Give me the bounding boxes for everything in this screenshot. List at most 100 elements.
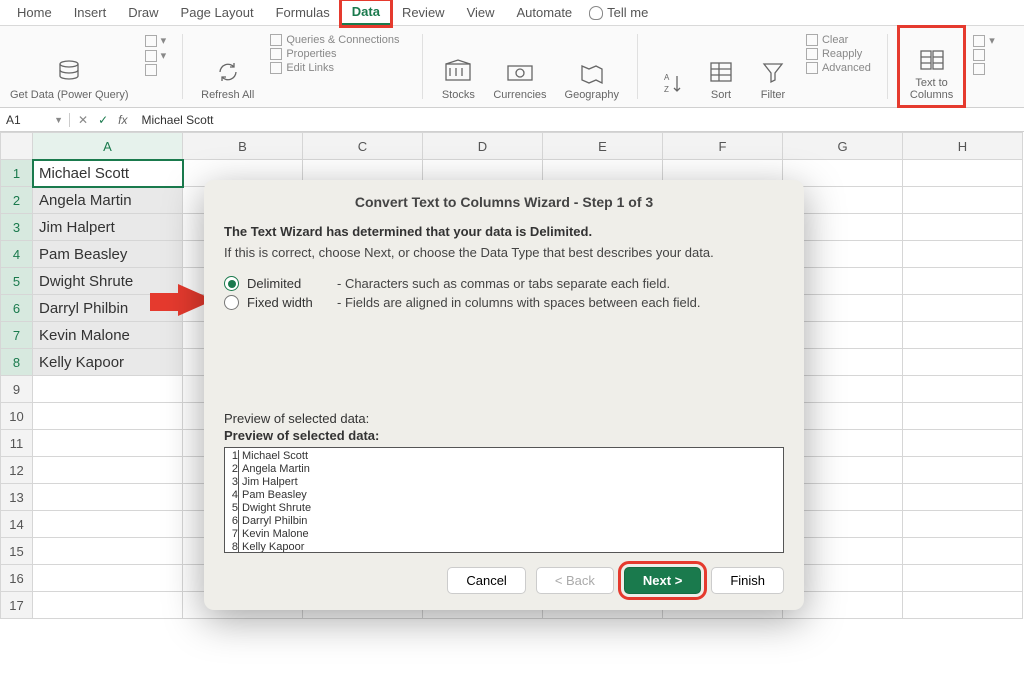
row-header[interactable]: 10 bbox=[1, 403, 33, 430]
cell[interactable] bbox=[903, 349, 1023, 376]
sort-button[interactable]: Sort bbox=[700, 30, 742, 103]
row-header[interactable]: 2 bbox=[1, 187, 33, 214]
column-header[interactable]: H bbox=[903, 133, 1023, 160]
cell[interactable] bbox=[903, 241, 1023, 268]
column-header[interactable]: G bbox=[783, 133, 903, 160]
tell-me[interactable]: Tell me bbox=[589, 5, 648, 20]
row-header[interactable]: 13 bbox=[1, 484, 33, 511]
cell[interactable] bbox=[903, 430, 1023, 457]
cell[interactable] bbox=[903, 511, 1023, 538]
cell[interactable] bbox=[903, 457, 1023, 484]
cell[interactable] bbox=[33, 592, 183, 619]
cell[interactable]: Kelly Kapoor bbox=[33, 349, 183, 376]
cell[interactable] bbox=[903, 322, 1023, 349]
cell[interactable] bbox=[903, 403, 1023, 430]
cell[interactable] bbox=[33, 403, 183, 430]
get-data-button[interactable]: Get Data (Power Query) bbox=[6, 30, 133, 103]
filter-button[interactable]: Filter bbox=[752, 30, 794, 103]
cell[interactable] bbox=[33, 484, 183, 511]
sort-az-button[interactable]: AZ bbox=[652, 30, 690, 103]
cell[interactable] bbox=[903, 484, 1023, 511]
cell[interactable] bbox=[903, 160, 1023, 187]
fx-icon[interactable]: fx bbox=[118, 113, 127, 127]
cell[interactable] bbox=[903, 376, 1023, 403]
row-header[interactable]: 16 bbox=[1, 565, 33, 592]
currencies-button[interactable]: Currencies bbox=[489, 30, 550, 103]
cell[interactable]: Dwight Shrute bbox=[33, 268, 183, 295]
queries-connections-button[interactable]: Queries & Connections bbox=[270, 34, 406, 46]
cell[interactable] bbox=[903, 538, 1023, 565]
column-header[interactable]: F bbox=[663, 133, 783, 160]
row-header[interactable]: 4 bbox=[1, 241, 33, 268]
callout-arrow bbox=[150, 293, 180, 311]
finish-button[interactable]: Finish bbox=[711, 567, 784, 594]
cell[interactable]: Michael Scott bbox=[33, 160, 183, 187]
get-data-options[interactable]: ▾ ▾ bbox=[143, 30, 169, 103]
tab-data[interactable]: Data bbox=[341, 0, 391, 26]
row-header[interactable]: 12 bbox=[1, 457, 33, 484]
cell[interactable] bbox=[33, 565, 183, 592]
reapply-filter-button[interactable]: Reapply bbox=[806, 48, 871, 60]
cell[interactable] bbox=[33, 376, 183, 403]
name-box[interactable]: A1▼ bbox=[0, 113, 70, 127]
data-tools-more[interactable]: ▾ bbox=[971, 30, 997, 103]
cancel-button[interactable]: Cancel bbox=[447, 567, 525, 594]
formula-input[interactable]: Michael Scott bbox=[135, 113, 213, 127]
column-header[interactable]: E bbox=[543, 133, 663, 160]
cell[interactable] bbox=[33, 430, 183, 457]
tab-view[interactable]: View bbox=[456, 1, 506, 24]
edit-links-button[interactable]: Edit Links bbox=[270, 62, 406, 74]
column-header[interactable]: C bbox=[303, 133, 423, 160]
stocks-button[interactable]: Stocks bbox=[437, 30, 479, 103]
select-all-corner[interactable] bbox=[1, 133, 33, 160]
tab-home[interactable]: Home bbox=[6, 1, 63, 24]
row-header[interactable]: 11 bbox=[1, 430, 33, 457]
cell[interactable] bbox=[903, 295, 1023, 322]
tab-automate[interactable]: Automate bbox=[506, 1, 584, 24]
database-icon bbox=[52, 55, 86, 89]
text-to-columns-button[interactable]: Text toColumns bbox=[902, 30, 961, 103]
text-to-columns-icon bbox=[915, 43, 949, 77]
cell[interactable] bbox=[33, 538, 183, 565]
column-header[interactable]: B bbox=[183, 133, 303, 160]
column-header[interactable]: A bbox=[33, 133, 183, 160]
clear-filter-button[interactable]: Clear bbox=[806, 34, 871, 46]
cell[interactable] bbox=[903, 187, 1023, 214]
accept-formula-icon[interactable]: ✓ bbox=[98, 113, 108, 127]
row-header[interactable]: 14 bbox=[1, 511, 33, 538]
tab-formulas[interactable]: Formulas bbox=[265, 1, 341, 24]
row-header[interactable]: 7 bbox=[1, 322, 33, 349]
row-header[interactable]: 17 bbox=[1, 592, 33, 619]
cell[interactable]: Angela Martin bbox=[33, 187, 183, 214]
advanced-filter-button[interactable]: Advanced bbox=[806, 62, 871, 74]
cell[interactable] bbox=[903, 268, 1023, 295]
geography-button[interactable]: Geography bbox=[561, 30, 623, 103]
row-header[interactable]: 9 bbox=[1, 376, 33, 403]
cell[interactable] bbox=[903, 214, 1023, 241]
row-header[interactable]: 5 bbox=[1, 268, 33, 295]
row-header[interactable]: 15 bbox=[1, 538, 33, 565]
column-header[interactable]: D bbox=[423, 133, 543, 160]
cell[interactable]: Jim Halpert bbox=[33, 214, 183, 241]
next-button[interactable]: Next > bbox=[624, 567, 701, 594]
radio-delimited[interactable] bbox=[224, 276, 239, 291]
tab-draw[interactable]: Draw bbox=[117, 1, 169, 24]
row-header[interactable]: 3 bbox=[1, 214, 33, 241]
refresh-all-button[interactable]: Refresh All bbox=[197, 30, 258, 103]
tab-review[interactable]: Review bbox=[391, 1, 456, 24]
cancel-formula-icon[interactable]: ✕ bbox=[78, 113, 88, 127]
cell[interactable] bbox=[33, 457, 183, 484]
properties-button[interactable]: Properties bbox=[270, 48, 406, 60]
preview-box[interactable]: 1Michael Scott2Angela Martin3Jim Halpert… bbox=[224, 447, 784, 553]
cell[interactable] bbox=[903, 592, 1023, 619]
tab-insert[interactable]: Insert bbox=[63, 1, 118, 24]
tab-pagelayout[interactable]: Page Layout bbox=[170, 1, 265, 24]
cell[interactable] bbox=[903, 565, 1023, 592]
row-header[interactable]: 8 bbox=[1, 349, 33, 376]
cell[interactable]: Kevin Malone bbox=[33, 322, 183, 349]
row-header[interactable]: 1 bbox=[1, 160, 33, 187]
cell[interactable]: Pam Beasley bbox=[33, 241, 183, 268]
radio-fixed-width[interactable] bbox=[224, 295, 239, 310]
cell[interactable] bbox=[33, 511, 183, 538]
row-header[interactable]: 6 bbox=[1, 295, 33, 322]
